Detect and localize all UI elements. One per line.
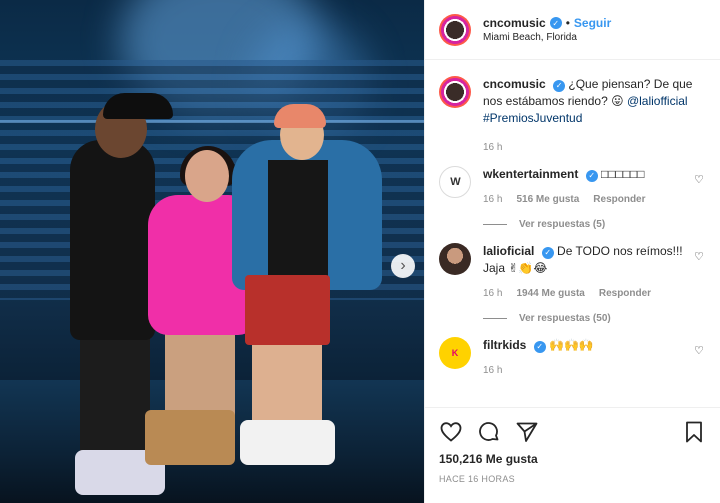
comment-item: lalioficial ✓ De TODO nos reímos!!! Jaja… bbox=[439, 243, 706, 327]
verified-icon: ✓ bbox=[541, 246, 554, 259]
comment-age[interactable]: 16 h bbox=[483, 285, 502, 302]
view-replies-label: Ver respuestas (50) bbox=[519, 313, 611, 324]
likes-count[interactable]: 150,216 Me gusta bbox=[439, 452, 706, 466]
view-replies-button[interactable]: Ver respuestas (5) bbox=[483, 216, 706, 233]
verified-icon: ✓ bbox=[585, 169, 598, 182]
person-left-body bbox=[70, 140, 155, 340]
view-replies-label: Ver respuestas (5) bbox=[519, 219, 606, 230]
person-right-legs bbox=[252, 340, 322, 430]
comment-like-heart-icon[interactable]: ♡ bbox=[694, 345, 706, 357]
bookmark-icon[interactable] bbox=[682, 420, 706, 444]
comment-username[interactable]: filtrkids bbox=[483, 338, 526, 352]
author-avatar[interactable] bbox=[439, 76, 471, 108]
comment-like-heart-icon[interactable]: ♡ bbox=[694, 251, 706, 263]
caption-hashtag[interactable]: #PremiosJuventud bbox=[483, 111, 582, 125]
replies-divider bbox=[483, 224, 507, 225]
commenter-avatar[interactable]: K bbox=[439, 337, 471, 369]
comment-age[interactable]: 16 h bbox=[483, 191, 502, 208]
comment-text: 🙌🙌🙌 bbox=[549, 338, 594, 352]
comment-text: □□□□□□ bbox=[601, 167, 645, 181]
person-left-legs bbox=[80, 330, 150, 460]
reply-button[interactable]: Responder bbox=[593, 191, 645, 208]
person-right-shirt bbox=[268, 160, 328, 280]
person-right-shoes bbox=[240, 420, 335, 465]
person-middle-head bbox=[185, 150, 229, 202]
post-timestamp[interactable]: HACE 16 HORAS bbox=[439, 474, 706, 484]
caption-mention[interactable]: @laliofficial bbox=[627, 94, 688, 108]
author-username[interactable]: cncomusic bbox=[483, 16, 546, 30]
comment-like-heart-icon[interactable]: ♡ bbox=[694, 174, 706, 186]
person-right-shorts bbox=[245, 275, 330, 345]
verified-icon: ✓ bbox=[553, 79, 566, 92]
chevron-right-icon: › bbox=[400, 257, 406, 274]
post-side-panel: cncomusic ✓ • Seguir Miami Beach, Florid… bbox=[424, 0, 720, 503]
arena-rail bbox=[0, 120, 424, 123]
person-middle-boots bbox=[145, 410, 235, 465]
caption-age[interactable]: 16 h bbox=[483, 139, 502, 156]
replies-divider bbox=[483, 318, 507, 319]
comment-icon[interactable] bbox=[477, 420, 501, 444]
comment-age[interactable]: 16 h bbox=[483, 362, 502, 379]
follow-button[interactable]: Seguir bbox=[574, 16, 611, 30]
reply-button[interactable]: Responder bbox=[599, 285, 651, 302]
commenter-avatar[interactable]: W bbox=[439, 166, 471, 198]
author-avatar[interactable] bbox=[439, 13, 471, 46]
comment-username[interactable]: wkentertainment bbox=[483, 167, 578, 181]
post-photo[interactable]: › bbox=[0, 0, 424, 503]
verified-icon: ✓ bbox=[533, 340, 546, 353]
caption: cncomusic ✓ ¿Que piensan? De que nos est… bbox=[439, 76, 706, 156]
comment-likes[interactable]: 1944 Me gusta bbox=[516, 285, 584, 302]
verified-icon: ✓ bbox=[549, 17, 562, 29]
view-replies-button[interactable]: Ver respuestas (50) bbox=[483, 310, 706, 327]
wk-logo-icon: W bbox=[450, 176, 460, 188]
comment-likes[interactable]: 516 Me gusta bbox=[516, 191, 579, 208]
comments-list[interactable]: cncomusic ✓ ¿Que piensan? De que nos est… bbox=[425, 60, 720, 407]
next-photo-button[interactable]: › bbox=[391, 254, 415, 278]
comment-username[interactable]: lalioficial bbox=[483, 244, 534, 258]
share-icon[interactable] bbox=[515, 420, 539, 444]
comment-item: K filtrkids ✓ 🙌🙌🙌 16 h ♡ bbox=[439, 337, 706, 379]
heart-icon[interactable] bbox=[439, 420, 463, 444]
instagram-post-viewer: › cncomusic ✓ • Seguir Miami Beach, Flor… bbox=[0, 0, 720, 503]
commenter-avatar[interactable] bbox=[439, 243, 471, 275]
separator-dot: • bbox=[565, 16, 570, 30]
caption-username[interactable]: cncomusic bbox=[483, 77, 546, 91]
post-header-meta: cncomusic ✓ • Seguir Miami Beach, Florid… bbox=[483, 16, 611, 43]
post-header: cncomusic ✓ • Seguir Miami Beach, Florid… bbox=[425, 0, 720, 60]
post-actions: 150,216 Me gusta HACE 16 HORAS bbox=[425, 407, 720, 503]
person-left-cap bbox=[103, 93, 173, 119]
comment-item: W wkentertainment ✓ □□□□□□ 16 h 516 Me g… bbox=[439, 166, 706, 233]
person-right-cap bbox=[274, 104, 326, 128]
filtr-logo-icon: K bbox=[451, 348, 459, 358]
post-location[interactable]: Miami Beach, Florida bbox=[483, 32, 611, 43]
